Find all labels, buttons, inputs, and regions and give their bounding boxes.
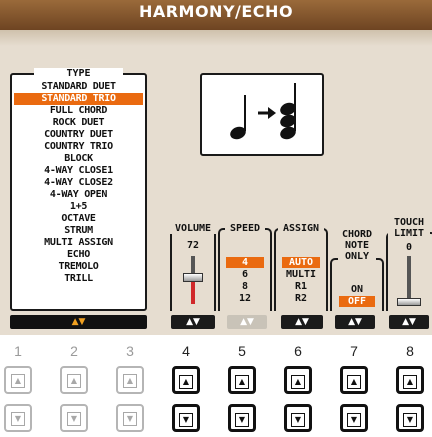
button-number-1: 1 (14, 343, 22, 359)
button-2-down[interactable]: ▼ (60, 404, 88, 432)
notation-preview-icon (230, 83, 296, 140)
type-arrow-bar[interactable]: ▲▼ (10, 315, 147, 329)
assign-label: ASSIGN (278, 223, 324, 234)
arrow-down-icon: ▼ (291, 413, 305, 427)
limit-label-line: LIMIT (393, 228, 425, 239)
button-number-5: 5 (238, 343, 246, 359)
type-list-item[interactable]: STANDARD DUET (12, 81, 145, 93)
touch-limit-value: 0 (405, 242, 413, 253)
arrow-up-icon: ▲ (403, 375, 417, 389)
assign-option[interactable]: MULTI (282, 269, 320, 280)
note-label-line: NOTE (344, 240, 370, 251)
speed-option[interactable]: 6 (226, 269, 264, 280)
type-list-item[interactable]: 4-WAY CLOSE2 (12, 177, 145, 189)
type-list-item[interactable]: ROCK DUET (12, 117, 145, 129)
button-3-down[interactable]: ▼ (116, 404, 144, 432)
touch-limit-fader-track (407, 256, 411, 304)
speed-option[interactable]: 8 (226, 281, 264, 292)
type-list-item[interactable]: 4-WAY CLOSE1 (12, 165, 145, 177)
arrow-up-icon: ▲ (67, 374, 81, 388)
type-list-item[interactable]: 1+5 (12, 201, 145, 213)
title-bar: HARMONY/ECHO (0, 0, 432, 30)
volume-label: VOLUME (170, 223, 216, 234)
type-list-item[interactable]: COUNTRY DUET (12, 129, 145, 141)
type-list: STANDARD DUET STANDARD TRIO FULL CHORD ROCK… (12, 81, 145, 285)
arrow-down-icon: ▼ (11, 412, 25, 426)
speed-arrow-bar[interactable]: ▲▼ (227, 315, 267, 329)
button-7-down[interactable]: ▼ (340, 404, 368, 432)
speed-option[interactable]: 12 (226, 293, 264, 304)
type-list-item[interactable]: 4-WAY OPEN (12, 189, 145, 201)
button-6-down[interactable]: ▼ (284, 404, 312, 432)
button-number-4: 4 (182, 343, 190, 359)
button-number-7: 7 (350, 343, 358, 359)
title-shade (0, 30, 432, 46)
type-list-item[interactable]: MULTI ASSIGN (12, 237, 145, 249)
speed-option-selected[interactable]: 4 (226, 257, 264, 268)
button-2-up[interactable]: ▲ (60, 366, 88, 394)
type-list-item[interactable]: TRILL (12, 273, 145, 285)
type-list-item[interactable]: BLOCK (12, 153, 145, 165)
volume-arrow-bar[interactable]: ▲▼ (171, 315, 215, 329)
button-7-up[interactable]: ▲ (340, 366, 368, 394)
type-list-item[interactable]: ECHO (12, 249, 145, 261)
touch-limit-arrow-bar[interactable]: ▲▼ (389, 315, 429, 329)
touch-limit-label: TOUCH LIMIT (388, 217, 430, 239)
assign-option[interactable]: R2 (282, 293, 320, 304)
type-label: TYPE (34, 68, 123, 80)
arrow-down-icon: ▼ (67, 412, 81, 426)
touch-label-line: TOUCH (393, 217, 425, 228)
arrow-down-icon: ▼ (123, 412, 137, 426)
display-screen: HARMONY/ECHO TYPE STANDARD DUET STANDARD … (0, 0, 432, 335)
chord-note-only-option-selected[interactable]: OFF (339, 296, 375, 307)
arrow-up-icon: ▲ (11, 374, 25, 388)
volume-fader-fill (191, 280, 195, 304)
button-8-down[interactable]: ▼ (396, 404, 424, 432)
button-number-8: 8 (406, 343, 414, 359)
chord-note-only-label: CHORD NOTE ONLY (338, 229, 376, 262)
arrow-up-icon: ▲ (291, 375, 305, 389)
touch-limit-fader-knob[interactable] (397, 298, 421, 306)
arrow-up-icon: ▲ (235, 375, 249, 389)
button-5-down[interactable]: ▼ (228, 404, 256, 432)
harmony-preview-panel (200, 73, 324, 156)
chord-label-line: CHORD (341, 229, 373, 240)
type-list-item[interactable]: COUNTRY TRIO (12, 141, 145, 153)
only-label-line: ONLY (338, 251, 376, 262)
chord-note-only-arrow-bar[interactable]: ▲▼ (335, 315, 375, 329)
type-list-item[interactable]: FULL CHORD (12, 105, 145, 117)
volume-value: 72 (186, 240, 200, 251)
button-4-down[interactable]: ▼ (172, 404, 200, 432)
type-list-panel: TYPE STANDARD DUET STANDARD TRIO FULL CHOR… (10, 68, 147, 311)
arrow-down-icon: ▼ (235, 413, 249, 427)
arrow-up-icon: ▲ (179, 375, 193, 389)
type-list-item[interactable]: STRUM (12, 225, 145, 237)
arrow-down-icon: ▼ (347, 413, 361, 427)
arrow-down-icon: ▼ (179, 413, 193, 427)
button-number-3: 3 (126, 343, 134, 359)
button-3-up[interactable]: ▲ (116, 366, 144, 394)
button-8-up[interactable]: ▲ (396, 366, 424, 394)
arrow-down-icon: ▼ (403, 413, 417, 427)
button-6-up[interactable]: ▲ (284, 366, 312, 394)
type-list-item[interactable]: OCTAVE (12, 213, 145, 225)
arrow-up-icon: ▲ (123, 374, 137, 388)
arrow-up-icon: ▲ (347, 375, 361, 389)
button-4-up[interactable]: ▲ (172, 366, 200, 394)
page-title: HARMONY/ECHO (138, 2, 294, 21)
assign-option[interactable]: R1 (282, 281, 320, 292)
button-number-2: 2 (70, 343, 78, 359)
assign-option-selected[interactable]: AUTO (282, 257, 320, 268)
chord-note-only-option[interactable]: ON (339, 284, 375, 295)
assign-arrow-bar[interactable]: ▲▼ (281, 315, 323, 329)
button-number-6: 6 (294, 343, 302, 359)
type-list-item[interactable]: TREMOLO (12, 261, 145, 273)
speed-label: SPEED (225, 223, 265, 234)
button-1-up[interactable]: ▲ (4, 366, 32, 394)
volume-fader-knob[interactable] (183, 272, 203, 282)
button-5-up[interactable]: ▲ (228, 366, 256, 394)
type-list-item-selected[interactable]: STANDARD TRIO (14, 93, 143, 105)
button-1-down[interactable]: ▼ (4, 404, 32, 432)
